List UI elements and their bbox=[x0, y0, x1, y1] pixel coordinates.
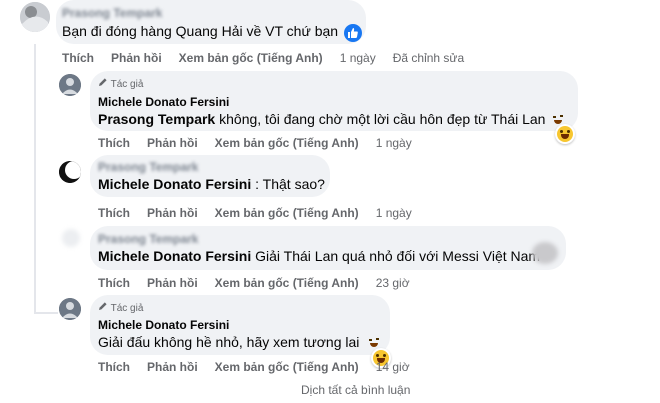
comment-actions: Thích Phản hồi Xem bản gốc (Tiếng Anh) 1 ng… bbox=[62, 51, 481, 65]
comment-bubble: Prasong Tempark Bạn đi đóng hàng Quang H… bbox=[56, 0, 366, 44]
translate-button[interactable]: Xem bản gốc (Tiếng Anh) bbox=[179, 51, 323, 65]
author-badge: Tác giả bbox=[98, 301, 143, 314]
comment-bubble: Prasong Tempark Michele Donato Fersini G… bbox=[90, 226, 566, 270]
author-badge-label: Tác giả bbox=[110, 303, 144, 314]
commenter-name[interactable]: Michele Donato Fersini bbox=[98, 318, 229, 332]
like-reaction-icon[interactable] bbox=[344, 24, 362, 42]
avatar[interactable] bbox=[59, 161, 81, 183]
comment-text: Prasong Tempark không, tôi đang chờ một … bbox=[98, 111, 545, 127]
haha-reaction-icon[interactable] bbox=[555, 124, 575, 144]
comment-body: : Thật sao? bbox=[251, 176, 325, 192]
reply-button[interactable]: Phản hồi bbox=[147, 136, 198, 150]
translate-button[interactable]: Xem bản gốc (Tiếng Anh) bbox=[215, 136, 359, 150]
translate-all-link[interactable]: Dịch tất cả bình luận bbox=[301, 383, 410, 397]
author-badge-label: Tác giả bbox=[110, 79, 144, 90]
commenter-name[interactable]: Prasong Tempark bbox=[62, 6, 162, 20]
commenter-name[interactable]: Michele Donato Fersini bbox=[98, 95, 229, 109]
comment-bubble: Tác giả Michele Donato Fersini Giải đấu … bbox=[90, 295, 390, 355]
comment-body: Giải Thái Lan quá nhỏ đối với Messi Việt… bbox=[251, 248, 541, 264]
like-button[interactable]: Thích bbox=[98, 276, 130, 290]
like-button[interactable]: Thích bbox=[98, 360, 130, 374]
comment-actions: Thích Phản hồi Xem bản gốc (Tiếng Anh) 1 ng… bbox=[98, 136, 429, 150]
mention-link[interactable]: Michele Donato Fersini bbox=[98, 248, 251, 264]
translate-button[interactable]: Xem bản gốc (Tiếng Anh) bbox=[215, 276, 359, 290]
timestamp[interactable]: 23 giờ bbox=[376, 276, 410, 290]
commenter-name[interactable]: Prasong Tempark bbox=[98, 232, 198, 246]
timestamp[interactable]: 1 ngày bbox=[340, 51, 376, 65]
reply-button[interactable]: Phản hồi bbox=[147, 206, 198, 220]
thread-line-branch bbox=[34, 312, 58, 314]
mention-link[interactable]: Michele Donato Fersini bbox=[98, 176, 251, 192]
edited-label: Đã chỉnh sửa bbox=[392, 51, 465, 65]
comment-body: không, tôi đang chờ một lời cầu hôn đẹp … bbox=[215, 111, 546, 127]
avatar[interactable] bbox=[62, 229, 80, 247]
translate-button[interactable]: Xem bản gốc (Tiếng Anh) bbox=[215, 206, 359, 220]
comment-text: Michele Donato Fersini : Thật sao? bbox=[98, 176, 325, 192]
comment-bubble: Prasong Tempark Michele Donato Fersini :… bbox=[90, 155, 330, 197]
comment-text: Michele Donato Fersini Giải Thái Lan quá… bbox=[98, 248, 540, 264]
like-button[interactable]: Thích bbox=[98, 136, 130, 150]
thread-line bbox=[34, 44, 36, 314]
timestamp[interactable]: 1 ngày bbox=[376, 206, 412, 220]
like-button[interactable]: Thích bbox=[62, 51, 94, 65]
avatar[interactable] bbox=[59, 298, 81, 320]
comment-actions: Thích Phản hồi Xem bản gốc (Tiếng Anh) 14 g… bbox=[98, 360, 427, 374]
author-badge: Tác giả bbox=[98, 77, 143, 90]
comment-actions: Thích Phản hồi Xem bản gốc (Tiếng Anh) 1 ng… bbox=[98, 206, 429, 220]
reply-button[interactable]: Phản hồi bbox=[111, 51, 162, 65]
comment-bubble: Tác giả Michele Donato Fersini Prasong T… bbox=[90, 71, 578, 131]
comment-actions: Thích Phản hồi Xem bản gốc (Tiếng Anh) 23 g… bbox=[98, 276, 427, 290]
timestamp[interactable]: 1 ngày bbox=[376, 136, 412, 150]
reply-button[interactable]: Phản hồi bbox=[147, 276, 198, 290]
like-button[interactable]: Thích bbox=[98, 206, 130, 220]
comment-text: Giải đấu không hề nhỏ, hãy xem tương lai bbox=[98, 334, 360, 350]
avatar[interactable] bbox=[59, 74, 81, 96]
timestamp[interactable]: 14 giờ bbox=[376, 360, 410, 374]
reply-button[interactable]: Phản hồi bbox=[147, 360, 198, 374]
avatar[interactable] bbox=[20, 2, 50, 32]
pencil-icon bbox=[98, 301, 108, 314]
mention-link[interactable]: Prasong Tempark bbox=[98, 111, 215, 127]
comment-text: Bạn đi đóng hàng Quang Hải về VT chứ bạn bbox=[62, 23, 339, 39]
blurred-emoji-icon bbox=[532, 242, 558, 264]
translate-button[interactable]: Xem bản gốc (Tiếng Anh) bbox=[215, 360, 359, 374]
pencil-icon bbox=[98, 77, 108, 90]
commenter-name[interactable]: Prasong Tempark bbox=[98, 160, 198, 174]
